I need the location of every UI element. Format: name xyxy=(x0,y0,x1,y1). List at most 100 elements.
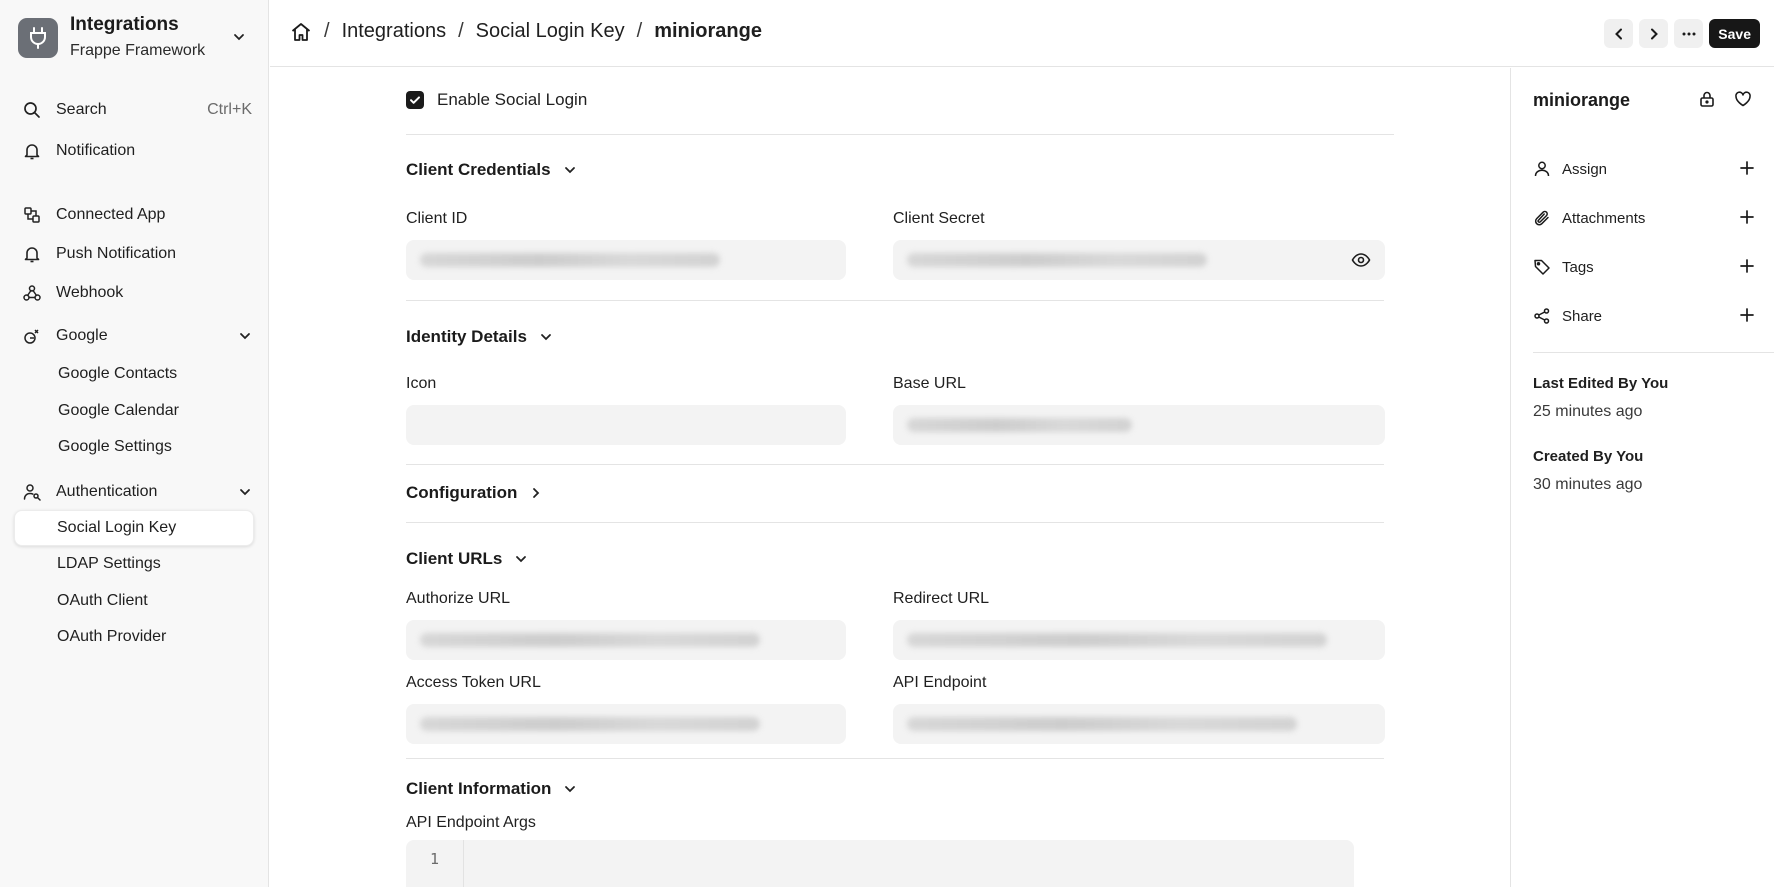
access-token-url-field[interactable] xyxy=(406,704,846,744)
redacted-value xyxy=(420,253,720,267)
access-token-url-label: Access Token URL xyxy=(406,674,541,691)
share-row[interactable]: Share xyxy=(1533,303,1755,329)
assign-row[interactable]: Assign xyxy=(1533,156,1755,182)
sidebar-item-google-settings[interactable]: Google Settings xyxy=(14,429,254,465)
plus-icon[interactable] xyxy=(1739,307,1755,327)
assign-label: Assign xyxy=(1562,160,1608,178)
breadcrumb-separator: / xyxy=(324,20,330,42)
enable-social-login-checkbox[interactable] xyxy=(406,91,424,109)
sidebar-search[interactable]: Search Ctrl+K xyxy=(22,94,252,126)
section-configuration[interactable]: Configuration xyxy=(406,483,543,503)
section-title: Client Information xyxy=(406,779,552,798)
google-icon xyxy=(22,326,42,346)
authorize-url-label: Authorize URL xyxy=(406,590,511,607)
lock-icon[interactable] xyxy=(1698,90,1716,113)
more-options-button[interactable] xyxy=(1674,19,1704,48)
chevron-left-icon xyxy=(1614,28,1622,39)
attachments-row[interactable]: Attachments xyxy=(1533,205,1755,231)
chevron-down-icon xyxy=(514,552,528,566)
redacted-value xyxy=(907,418,1132,432)
client-secret-field[interactable] xyxy=(893,240,1385,280)
sidebar-item-label: Push Notification xyxy=(56,245,177,262)
redacted-value xyxy=(907,717,1297,731)
share-icon xyxy=(1533,307,1553,325)
sidebar-item-connected-app[interactable]: Connected App xyxy=(22,199,252,231)
sidebar-item-google-calendar[interactable]: Google Calendar xyxy=(14,393,254,429)
home-icon[interactable] xyxy=(290,21,312,43)
share-label: Share xyxy=(1562,307,1603,325)
redirect-url-field[interactable] xyxy=(893,620,1385,660)
enable-social-login-row[interactable]: Enable Social Login xyxy=(406,90,587,110)
sidebar-item-label: OAuth Provider xyxy=(57,628,167,645)
webhook-icon xyxy=(22,283,42,303)
sidebar-item-label: Google Contacts xyxy=(58,365,178,382)
sidebar-item-oauth-client[interactable]: OAuth Client xyxy=(14,583,254,619)
document-sidebar: miniorange Assign Attachments Tags Share… xyxy=(1510,68,1774,887)
sidebar-group-google[interactable]: Google xyxy=(22,320,252,352)
redirect-url-label: Redirect URL xyxy=(893,590,990,607)
top-bar: / Integrations / Social Login Key / mini… xyxy=(270,0,1774,67)
sidebar-item-google-contacts[interactable]: Google Contacts xyxy=(14,356,254,392)
section-title: Client URLs xyxy=(406,549,503,568)
paperclip-icon xyxy=(1533,209,1553,227)
chevron-right-icon xyxy=(529,486,543,500)
sidebar-group-label: Google xyxy=(56,327,108,344)
next-button[interactable] xyxy=(1639,19,1669,48)
breadcrumb-link-social-login-key[interactable]: Social Login Key xyxy=(476,20,625,43)
client-id-label: Client ID xyxy=(406,210,468,227)
chevron-down-icon xyxy=(539,330,553,344)
section-client-urls[interactable]: Client URLs xyxy=(406,549,528,569)
app-switcher[interactable]: Integrations Frappe Framework xyxy=(18,14,254,60)
icon-field[interactable] xyxy=(406,405,846,445)
breadcrumb-separator: / xyxy=(636,20,643,42)
toolbar: Save xyxy=(1604,19,1760,48)
tags-label: Tags xyxy=(1562,258,1594,276)
sidebar-group-authentication[interactable]: Authentication xyxy=(22,476,252,508)
section-client-information[interactable]: Client Information xyxy=(406,779,577,799)
plus-icon[interactable] xyxy=(1739,258,1755,278)
app-title: Integrations xyxy=(70,14,179,35)
sidebar-group-label: Authentication xyxy=(56,483,158,500)
sidebar-item-label: Social Login Key xyxy=(57,519,177,536)
client-id-field[interactable] xyxy=(406,240,846,280)
sidebar-item-push-notification[interactable]: Push Notification xyxy=(22,238,252,270)
user-icon xyxy=(1533,160,1553,178)
base-url-field[interactable] xyxy=(893,405,1385,445)
attachments-label: Attachments xyxy=(1562,209,1646,227)
authorize-url-field[interactable] xyxy=(406,620,846,660)
chevron-down-icon xyxy=(563,782,577,796)
redacted-value xyxy=(420,717,760,731)
previous-button[interactable] xyxy=(1604,19,1634,48)
sidebar-item-label: OAuth Client xyxy=(57,592,148,609)
api-endpoint-args-editor[interactable]: 1 xyxy=(406,840,1354,887)
plus-icon[interactable] xyxy=(1739,209,1755,229)
sidebar-item-oauth-provider[interactable]: OAuth Provider xyxy=(14,619,254,655)
chevron-down-icon xyxy=(238,329,252,348)
sidebar-item-webhook[interactable]: Webhook xyxy=(22,277,252,309)
form-main: Enable Social Login Client Credentials C… xyxy=(270,68,1510,887)
sidebar-notification-label: Notification xyxy=(56,142,136,159)
divider xyxy=(406,300,1384,301)
sidebar-item-ldap-settings[interactable]: LDAP Settings xyxy=(14,546,254,582)
plus-icon[interactable] xyxy=(1739,160,1755,180)
search-shortcut: Ctrl+K xyxy=(207,101,252,118)
divider xyxy=(406,134,1394,135)
redacted-value xyxy=(907,253,1207,267)
base-url-label: Base URL xyxy=(893,375,966,392)
save-button[interactable]: Save xyxy=(1709,19,1760,48)
sidebar-notification[interactable]: Notification xyxy=(22,135,252,167)
api-endpoint-field[interactable] xyxy=(893,704,1385,744)
section-identity-details[interactable]: Identity Details xyxy=(406,327,553,347)
last-edited-title: Last Edited By You xyxy=(1533,375,1669,392)
section-client-credentials[interactable]: Client Credentials xyxy=(406,160,577,180)
sidebar-item-social-login-key[interactable]: Social Login Key xyxy=(14,510,254,546)
heart-icon[interactable] xyxy=(1734,90,1752,113)
eye-icon[interactable] xyxy=(1351,250,1371,275)
section-title: Client Credentials xyxy=(406,160,551,179)
bell-icon xyxy=(22,244,42,264)
tags-row[interactable]: Tags xyxy=(1533,254,1755,280)
breadcrumb-link-integrations[interactable]: Integrations xyxy=(342,20,447,43)
chevron-down-icon xyxy=(232,30,246,49)
sidebar-search-label: Search xyxy=(56,101,107,118)
sidebar-item-label: Connected App xyxy=(56,206,166,223)
